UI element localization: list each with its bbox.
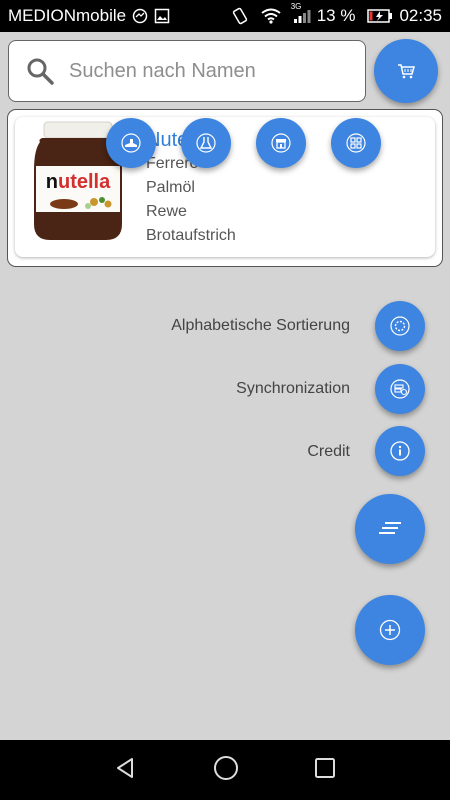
sync-icon	[390, 379, 410, 399]
carrier-name: MEDIONmobile	[8, 6, 127, 25]
home-icon[interactable]	[213, 755, 239, 786]
clock: 02:35	[399, 6, 442, 25]
store-icon	[271, 133, 291, 153]
add-button[interactable]	[355, 595, 425, 665]
svg-text:nutella: nutella	[46, 171, 111, 193]
category-button[interactable]	[331, 118, 381, 168]
menu-toggle-button[interactable]	[355, 494, 425, 564]
credit-button[interactable]	[375, 426, 425, 476]
store-button[interactable]	[256, 118, 306, 168]
sort-icon	[390, 316, 410, 336]
battery-percent: 13 %	[316, 6, 356, 25]
grid-icon	[346, 133, 366, 153]
status-bar: MEDIONmobile 3G 13 % 02:35	[0, 0, 450, 32]
vibrate-icon	[231, 7, 249, 25]
search-bar[interactable]	[8, 40, 366, 102]
image-icon	[154, 8, 170, 24]
wifi-icon	[261, 8, 281, 24]
ingredient-button[interactable]	[181, 118, 231, 168]
recents-icon[interactable]	[314, 757, 336, 784]
sync-button[interactable]	[375, 364, 425, 414]
messenger-icon	[132, 8, 148, 24]
add-icon	[379, 619, 401, 641]
credit-label: Credit	[307, 443, 350, 460]
product-category: Brotaufstrich	[146, 227, 236, 244]
product-store: Rewe	[146, 203, 187, 220]
product-ingredient: Palmöl	[146, 179, 195, 196]
navigation-bar	[0, 740, 450, 800]
battery-charging-icon	[367, 9, 393, 23]
cart-button[interactable]	[374, 39, 438, 103]
factory-icon	[121, 133, 141, 153]
search-icon	[25, 56, 55, 86]
network-type: 3G	[290, 2, 302, 11]
info-icon	[390, 441, 410, 461]
cart-icon	[397, 63, 415, 79]
search-input[interactable]	[69, 59, 329, 83]
sort-button[interactable]	[375, 301, 425, 351]
sync-label: Synchronization	[236, 380, 350, 397]
lines-icon	[377, 521, 403, 537]
flask-icon	[196, 133, 216, 153]
manufacturer-button[interactable]	[106, 118, 156, 168]
sort-label: Alphabetische Sortierung	[171, 317, 350, 334]
signal-icon: 3G	[291, 2, 311, 24]
back-icon[interactable]	[114, 756, 138, 785]
